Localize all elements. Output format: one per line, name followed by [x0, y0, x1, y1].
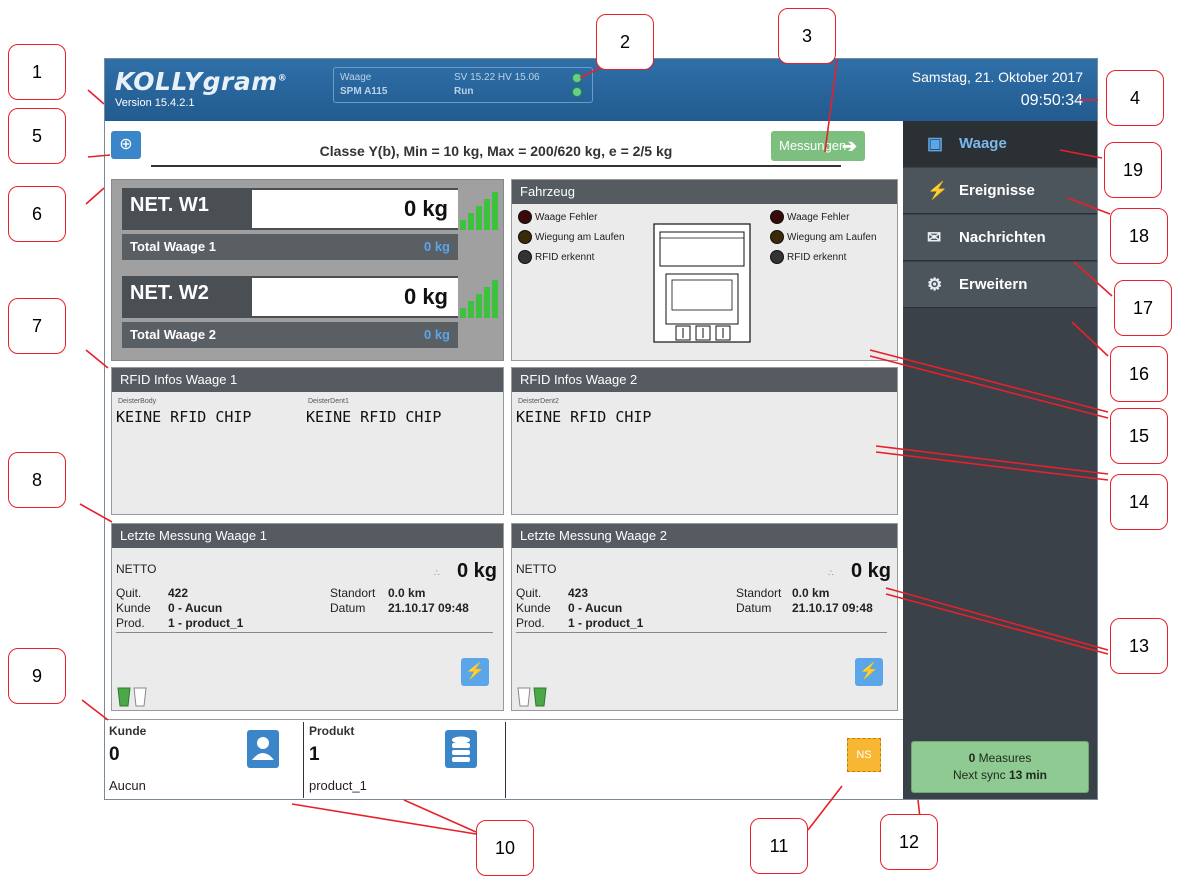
callout-label: 5 — [8, 108, 66, 164]
annotation-leaders — [79, 59, 1113, 835]
callout-label: 18 — [1110, 208, 1168, 264]
callout-label: 11 — [750, 818, 808, 874]
callout-label: 19 — [1104, 142, 1162, 198]
callout-label: 14 — [1110, 474, 1168, 530]
callout-label: 15 — [1110, 408, 1168, 464]
callout-label: 16 — [1110, 346, 1168, 402]
callout-label: 7 — [8, 298, 66, 354]
callout-label: 1 — [8, 44, 66, 100]
callout-label: 10 — [476, 820, 534, 876]
callout-label: 12 — [880, 814, 938, 870]
callout-label: 6 — [8, 186, 66, 242]
callout-label: 3 — [778, 8, 836, 64]
callout-label: 4 — [1106, 70, 1164, 126]
callout-label: 9 — [8, 648, 66, 704]
callout-label: 8 — [8, 452, 66, 508]
callout-label: 17 — [1114, 280, 1172, 336]
callout-label: 2 — [596, 14, 654, 70]
callout-label: 13 — [1110, 618, 1168, 674]
